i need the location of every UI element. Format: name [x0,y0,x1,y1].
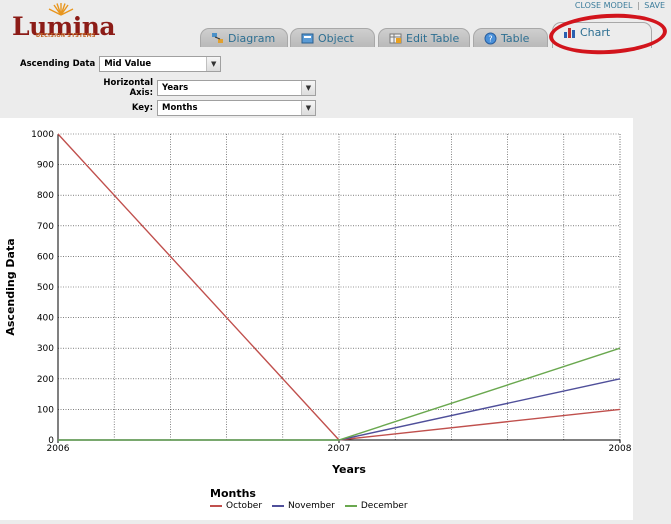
tab-diagram[interactable]: Diagram [200,28,288,47]
y-tick-label: 900 [37,161,54,171]
x-tick-label: 2008 [609,444,632,454]
ascending-data-value: Mid Value [104,58,152,69]
legend-item: December [344,501,408,511]
chevron-down-icon: ▼ [206,56,221,71]
tab-label: Table [501,31,530,45]
y-tick-label: 600 [37,252,54,262]
key-value: Months [162,102,198,113]
chart-icon [564,28,575,38]
legend-items: October November December [210,501,408,511]
tab-chart[interactable]: Chart [552,22,652,48]
close-model-link[interactable]: CLOSE MODEL [575,1,633,10]
tab-object[interactable]: Object [290,28,375,47]
y-tick-label: 1000 [31,130,54,140]
table-icon: ? [484,32,497,44]
x-axis-title: Years [331,463,366,476]
legend-label: November [288,501,335,511]
lumina-logo[interactable]: Lumina DECISION SYSTEMS [12,2,132,42]
top-links: CLOSE MODEL | SAVE [575,1,665,10]
y-tick-label: 100 [37,405,54,415]
legend-label: December [360,501,408,511]
x-tick-label: 2006 [47,444,70,454]
y-tick-label: 500 [37,283,54,293]
legend-swatch [210,505,222,507]
line-chart: 010020030040050060070080090010002006 2007… [4,130,632,476]
horizontal-axis-select[interactable]: Years ▼ [157,79,316,96]
horizontal-axis-label: Horizontal Axis: [103,77,153,98]
legend-label: October [226,501,263,511]
legend-title: Months [210,487,256,500]
chevron-down-icon: ▼ [301,100,315,115]
tab-table[interactable]: ? Table [473,28,548,47]
link-separator: | [637,1,640,10]
ascending-data-label: Ascending Data [20,58,96,69]
legend-swatch [272,505,285,507]
y-tick-label: 700 [37,222,54,232]
y-tick-label: 300 [37,344,54,354]
ascending-data-select[interactable]: Mid Value ▼ [99,55,222,72]
brand-tagline: DECISION SYSTEMS [36,33,96,39]
edit-table-icon [389,33,402,43]
horizontal-axis-row: Horizontal Axis: Years ▼ [83,77,316,98]
tab-label: Object [318,31,354,45]
x-tick-label: 2007 [328,444,351,454]
save-link[interactable]: SAVE [644,1,665,10]
key-select[interactable]: Months ▼ [157,99,316,116]
tab-label: Diagram [228,31,276,45]
legend-item: October [210,501,262,511]
tab-edit-table[interactable]: Edit Table [378,28,470,47]
object-icon [301,33,314,43]
key-row: Key: Months ▼ [83,99,316,116]
chart-legend: Months October November December [210,487,408,511]
y-tick-label: 800 [37,191,54,201]
legend-swatch [344,505,357,507]
y-axis-title: Ascending Data [4,238,17,335]
chevron-down-icon: ▼ [301,80,315,95]
ascending-data-row: Ascending Data Mid Value ▼ [20,55,222,72]
tab-label: Edit Table [406,31,460,45]
y-tick-label: 200 [37,375,54,385]
horizontal-axis-value: Years [162,82,189,93]
diagram-icon [212,32,223,43]
tab-label: Chart [580,26,611,39]
legend-item: November [272,501,335,511]
key-label: Key: [131,102,153,113]
y-tick-label: 400 [37,314,54,324]
svg-text:?: ? [488,34,492,43]
